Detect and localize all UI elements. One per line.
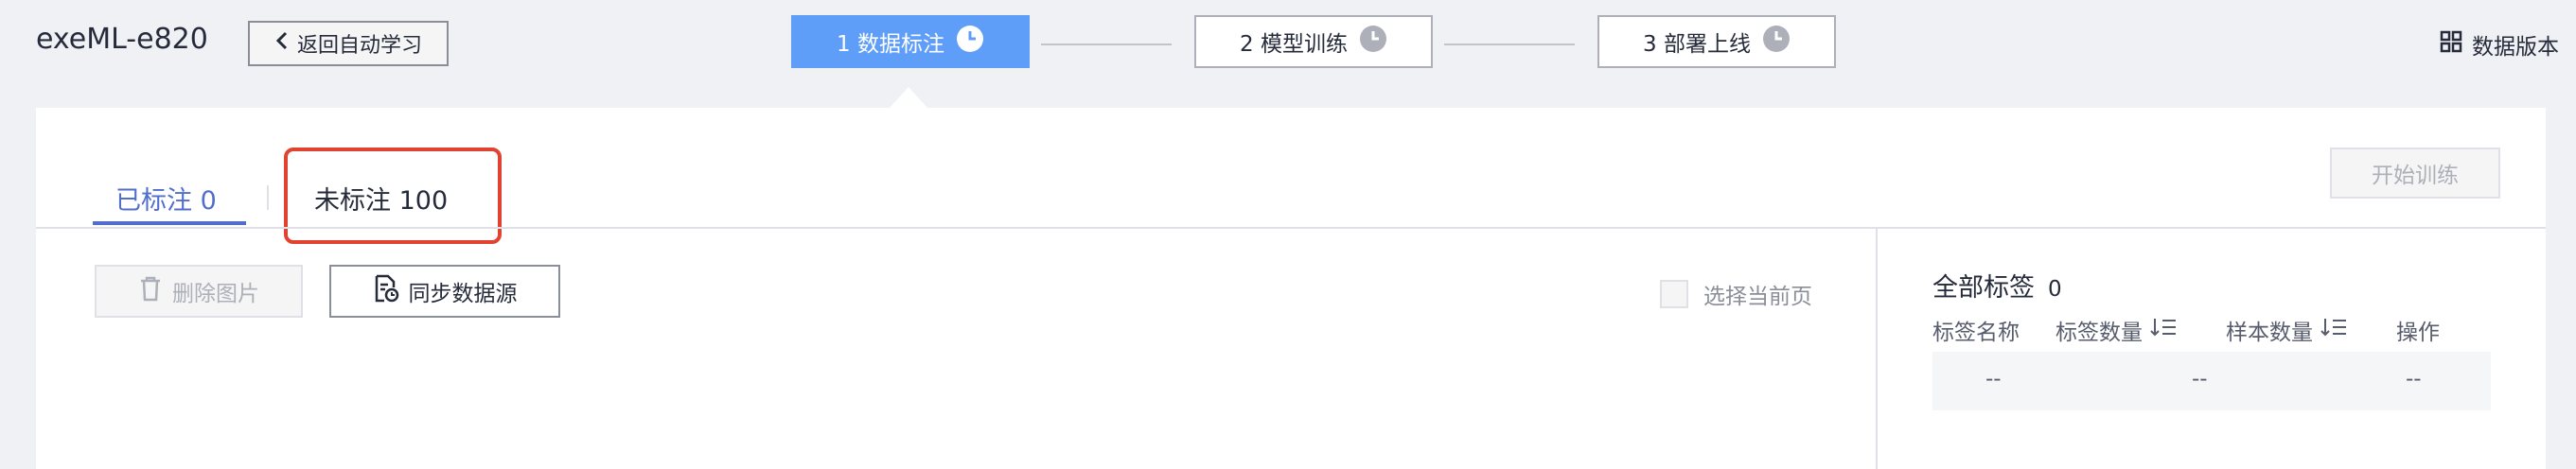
sync-data-source-button[interactable]: 同步数据源 <box>329 265 560 318</box>
back-button-label: 返回自动学习 <box>296 34 422 58</box>
column-header-text: 标签数量 <box>2056 321 2143 345</box>
app-title: exeML-e820 <box>36 23 208 56</box>
select-page-label: 选择当前页 <box>1703 285 1812 309</box>
step-label: 3 部署上线 <box>1643 32 1751 57</box>
tabs-divider <box>36 227 2546 229</box>
highlight-box <box>284 148 502 244</box>
step-model-training[interactable]: 2 模型训练 <box>1194 15 1433 68</box>
clock-icon <box>1762 25 1791 59</box>
column-header-text: 样本数量 <box>2226 321 2313 345</box>
step-label: 1 数据标注 <box>837 32 944 57</box>
clock-icon <box>956 25 984 59</box>
active-step-pointer <box>890 87 927 108</box>
step-deploy[interactable]: 3 部署上线 <box>1597 15 1836 68</box>
chevron-left-icon <box>274 30 290 57</box>
delete-images-label: 删除图片 <box>172 282 259 306</box>
sort-icon[interactable] <box>2320 317 2347 343</box>
trash-icon <box>138 275 163 307</box>
clock-icon <box>1359 25 1387 59</box>
column-header-sample-count[interactable]: 样本数量 <box>2226 314 2347 346</box>
column-header-text: 标签名称 <box>1932 321 2020 345</box>
step-label: 2 模型训练 <box>1240 32 1348 57</box>
table-cell: -- <box>2192 367 2208 391</box>
step-data-labeling[interactable]: 1 数据标注 <box>791 15 1030 68</box>
data-version-link[interactable]: 数据版本 <box>2440 28 2559 61</box>
panel-divider <box>1876 229 1878 469</box>
delete-images-button[interactable]: 删除图片 <box>95 265 303 318</box>
table-cell: -- <box>2406 367 2422 391</box>
all-labels-count: 0 <box>2048 277 2062 302</box>
all-labels-header: 全部标签 0 <box>1932 267 2062 304</box>
start-training-button[interactable]: 开始训练 <box>2330 148 2500 199</box>
column-header-operations: 操作 <box>2396 314 2440 346</box>
sync-document-icon <box>373 274 399 308</box>
column-header-label-count[interactable]: 标签数量 <box>2056 314 2177 346</box>
step-connector <box>1444 43 1575 45</box>
all-labels-title: 全部标签 <box>1932 273 2035 303</box>
table-cell: -- <box>1985 367 2002 391</box>
data-version-label: 数据版本 <box>2472 35 2559 60</box>
select-page-checkbox[interactable] <box>1660 280 1688 308</box>
select-current-page[interactable]: 选择当前页 <box>1660 278 1812 310</box>
sort-icon[interactable] <box>2150 317 2177 343</box>
step-connector <box>1041 43 1172 45</box>
sync-data-source-label: 同步数据源 <box>408 282 518 306</box>
tab-separator <box>267 185 269 210</box>
active-tab-indicator <box>93 221 246 225</box>
column-header-label-name: 标签名称 <box>1932 314 2020 346</box>
back-button[interactable]: 返回自动学习 <box>248 21 449 66</box>
grid-icon <box>2440 30 2462 59</box>
column-header-text: 操作 <box>2396 321 2440 345</box>
tab-labeled[interactable]: 已标注 0 <box>115 180 217 217</box>
